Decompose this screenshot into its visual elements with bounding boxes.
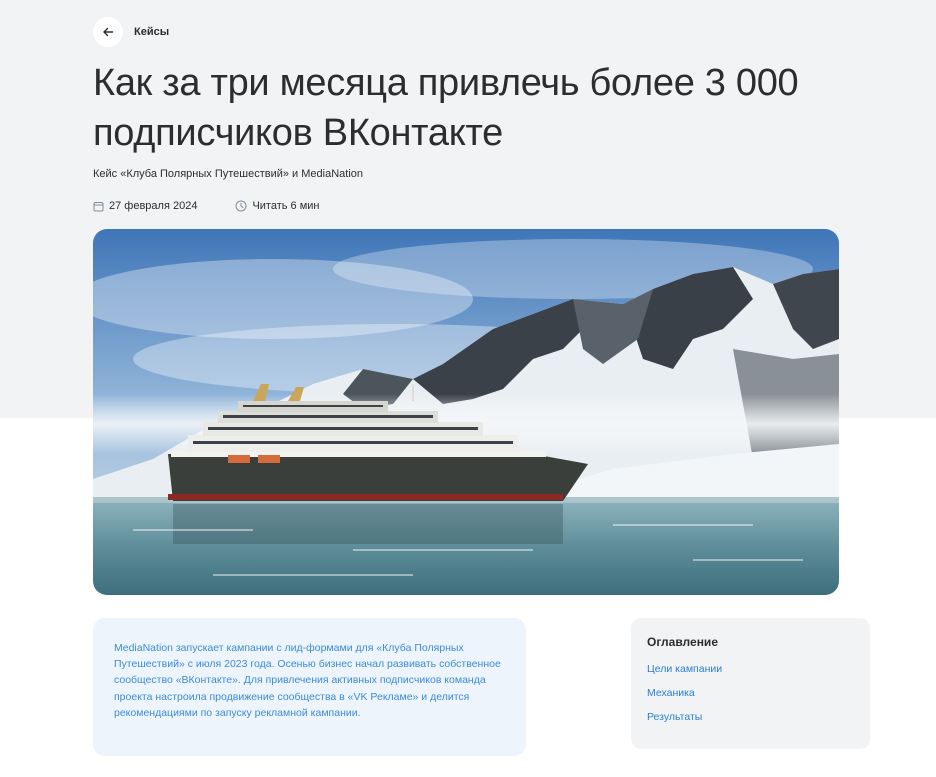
- read-time-text: Читать 6 мин: [252, 200, 320, 212]
- toc-title: Оглавление: [647, 635, 718, 649]
- toc-item-goals[interactable]: Цели кампании: [647, 662, 854, 686]
- calendar-icon: [93, 201, 104, 211]
- article-meta: 27 февраля 2024 Читать 6 мин: [93, 199, 320, 213]
- toc-item-mechanics[interactable]: Механика: [647, 686, 854, 710]
- page-title: Как за три месяца привлечь более 3 000 п…: [93, 62, 799, 154]
- breadcrumb: Кейсы: [93, 17, 169, 47]
- publish-date: 27 февраля 2024: [93, 200, 197, 212]
- arctic-cruise-ship-photo: [93, 229, 839, 595]
- breadcrumb-label[interactable]: Кейсы: [134, 26, 169, 38]
- article-subtitle: Кейс «Клуба Полярных Путешествий» и Medi…: [93, 168, 364, 180]
- read-time: Читать 6 мин: [235, 200, 320, 212]
- back-button[interactable]: [93, 17, 123, 47]
- toc-item-results[interactable]: Результаты: [647, 710, 854, 734]
- publish-date-text: 27 февраля 2024: [109, 200, 198, 212]
- table-of-contents: Оглавление Цели кампании Механика Резуль…: [631, 618, 870, 749]
- clock-icon: [235, 200, 247, 212]
- arrow-left-icon: [103, 27, 114, 37]
- article-lead: MediaNation запускает кампании с лид-фор…: [93, 618, 526, 756]
- hero-image: [93, 229, 839, 595]
